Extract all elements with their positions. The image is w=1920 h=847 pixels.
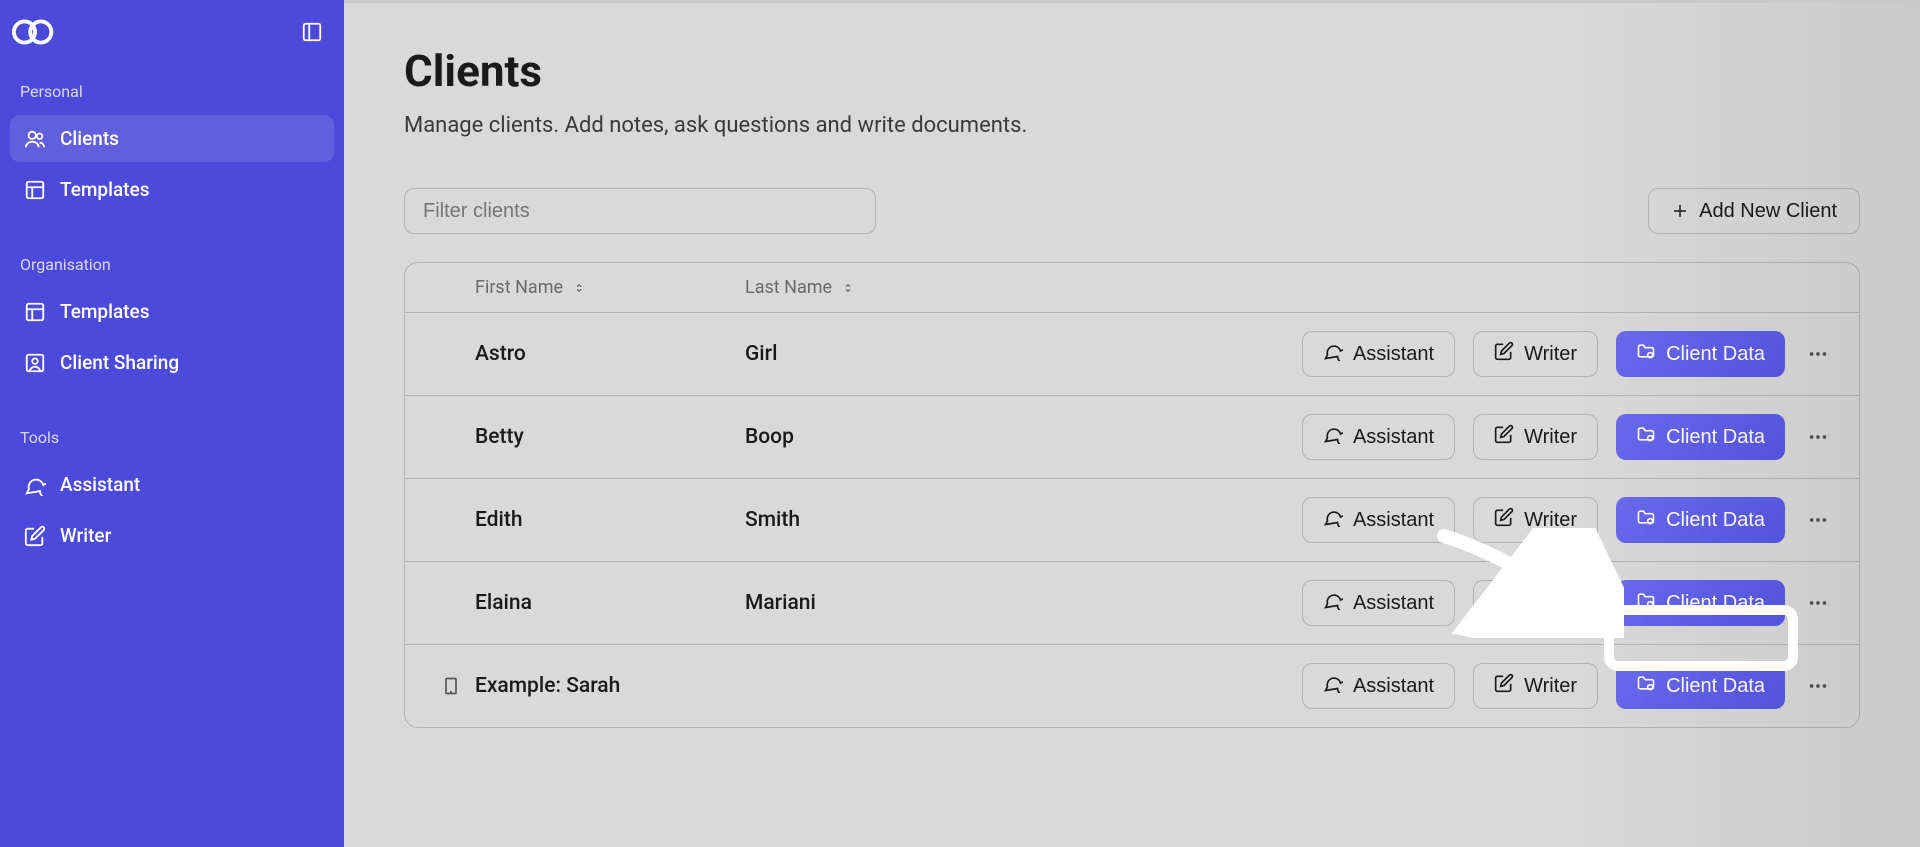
table-row: AstroGirl Assistant Writer Client Data — [405, 313, 1859, 396]
plus-icon — [1671, 202, 1689, 220]
more-menu-button[interactable] — [1803, 592, 1833, 614]
table-row: ElainaMariani Assistant Writer Client Data — [405, 562, 1859, 645]
sidebar-item-writer[interactable]: Writer — [10, 512, 334, 559]
sort-icon — [571, 280, 587, 296]
cell-first-name: Example: Sarah — [475, 674, 745, 698]
assistant-button[interactable]: Assistant — [1302, 663, 1455, 709]
add-new-client-button[interactable]: Add New Client — [1648, 188, 1860, 234]
building-icon — [405, 676, 475, 696]
pen-icon — [1494, 424, 1514, 450]
user-square-icon — [24, 352, 46, 374]
table-header: First Name Last Name — [405, 263, 1859, 313]
chat-icon — [1323, 341, 1343, 367]
chat-icon — [1323, 507, 1343, 533]
sidebar-item-clients[interactable]: Clients — [10, 115, 334, 162]
pen-icon — [1494, 341, 1514, 367]
assistant-button[interactable]: Assistant — [1302, 414, 1455, 460]
client-data-button[interactable]: Client Data — [1616, 497, 1785, 543]
sidebar-item-label: Clients — [60, 127, 119, 150]
cell-last-name: Boop — [745, 425, 945, 449]
client-data-button[interactable]: Client Data — [1616, 414, 1785, 460]
table-row: EdithSmith Assistant Writer Client Data — [405, 479, 1859, 562]
folder-icon — [1636, 424, 1656, 450]
add-button-label: Add New Client — [1699, 200, 1837, 223]
client-data-button[interactable]: Client Data — [1616, 331, 1785, 377]
row-actions: Assistant Writer Client Data — [945, 331, 1859, 377]
sort-icon — [840, 280, 856, 296]
client-data-button[interactable]: Client Data — [1616, 580, 1785, 626]
sidebar-item-assistant[interactable]: Assistant — [10, 461, 334, 508]
collapse-sidebar-button[interactable] — [298, 18, 326, 46]
more-menu-button[interactable] — [1803, 509, 1833, 531]
section-label-personal: Personal — [10, 76, 334, 115]
chat-icon — [24, 474, 46, 496]
users-icon — [24, 128, 46, 150]
client-data-button[interactable]: Client Data — [1616, 663, 1785, 709]
sidebar: Personal Clients Templates Organisation Temp… — [0, 0, 344, 847]
sidebar-item-templates[interactable]: Templates — [10, 166, 334, 213]
row-actions: Assistant Writer Client Data — [945, 414, 1859, 460]
chat-icon — [1323, 590, 1343, 616]
chat-icon — [1323, 424, 1343, 450]
writer-button[interactable]: Writer — [1473, 414, 1598, 460]
sidebar-item-label: Client Sharing — [60, 351, 179, 374]
app-logo — [12, 19, 60, 45]
chat-icon — [1323, 673, 1343, 699]
assistant-button[interactable]: Assistant — [1302, 331, 1455, 377]
section-label-organisation: Organisation — [10, 249, 334, 288]
pen-icon — [1494, 507, 1514, 533]
filter-clients-input[interactable] — [404, 188, 876, 234]
assistant-button[interactable]: Assistant — [1302, 580, 1455, 626]
folder-icon — [1636, 507, 1656, 533]
sidebar-item-label: Templates — [60, 300, 149, 323]
page-subtitle: Manage clients. Add notes, ask questions… — [404, 113, 1860, 138]
row-actions: Assistant Writer Client Data — [945, 580, 1859, 626]
template-icon — [24, 301, 46, 323]
clients-table: First Name Last Name AstroGirl Assistant W… — [404, 262, 1860, 728]
pen-icon — [1494, 590, 1514, 616]
cell-first-name: Edith — [475, 508, 745, 532]
page-title: Clients — [404, 45, 1860, 97]
writer-button[interactable]: Writer — [1473, 663, 1598, 709]
table-row: Example: Sarah Assistant Writer Client Data — [405, 645, 1859, 727]
template-icon — [24, 179, 46, 201]
section-label-tools: Tools — [10, 422, 334, 461]
more-menu-button[interactable] — [1803, 675, 1833, 697]
sidebar-item-label: Templates — [60, 178, 149, 201]
more-menu-button[interactable] — [1803, 426, 1833, 448]
cell-last-name: Girl — [745, 342, 945, 366]
folder-icon — [1636, 673, 1656, 699]
column-last-name[interactable]: Last Name — [745, 277, 945, 298]
sidebar-item-client-sharing[interactable]: Client Sharing — [10, 339, 334, 386]
writer-button[interactable]: Writer — [1473, 331, 1598, 377]
assistant-button[interactable]: Assistant — [1302, 497, 1455, 543]
sidebar-item-label: Writer — [60, 524, 111, 547]
more-menu-button[interactable] — [1803, 343, 1833, 365]
cell-last-name: Mariani — [745, 591, 945, 615]
cell-first-name: Elaina — [475, 591, 745, 615]
cell-last-name: Smith — [745, 508, 945, 532]
cell-first-name: Astro — [475, 342, 745, 366]
row-actions: Assistant Writer Client Data — [945, 497, 1859, 543]
pen-icon — [1494, 673, 1514, 699]
sidebar-item-templates[interactable]: Templates — [10, 288, 334, 335]
folder-icon — [1636, 341, 1656, 367]
cell-first-name: Betty — [475, 425, 745, 449]
sidebar-item-label: Assistant — [60, 473, 140, 496]
writer-button[interactable]: Writer — [1473, 580, 1598, 626]
pen-icon — [24, 525, 46, 547]
row-actions: Assistant Writer Client Data — [945, 663, 1859, 709]
folder-icon — [1636, 590, 1656, 616]
writer-button[interactable]: Writer — [1473, 497, 1598, 543]
main-content: Clients Manage clients. Add notes, ask q… — [344, 0, 1920, 847]
table-row: BettyBoop Assistant Writer Client Data — [405, 396, 1859, 479]
column-first-name[interactable]: First Name — [475, 277, 745, 298]
